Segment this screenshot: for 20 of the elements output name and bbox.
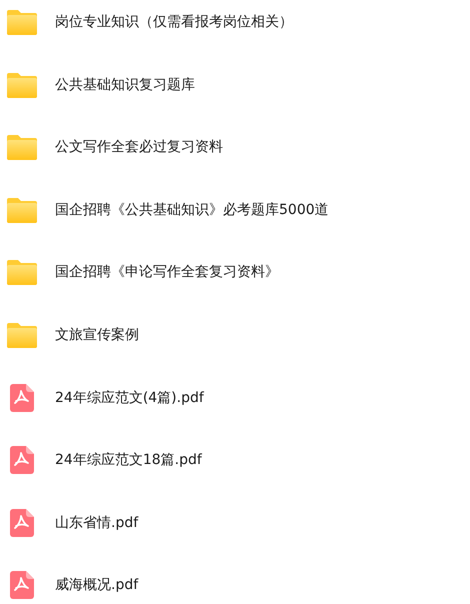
folder-name[interactable]: 公文写作全套必过复习资料 [55, 138, 223, 156]
file-name[interactable]: 24年综应范文(4篇).pdf [55, 388, 204, 407]
folder-name[interactable]: 国企招聘《公共基础知识》必考题库5000道 [55, 200, 329, 219]
file-name[interactable]: 威海概况.pdf [55, 576, 138, 594]
pdf-file-icon [10, 571, 34, 600]
folder-icon [7, 196, 37, 223]
file-name[interactable]: 24年综应范文18篇.pdf [55, 451, 202, 470]
folder-name[interactable]: 文旅宣传案例 [55, 326, 139, 344]
folder-name[interactable]: 公共基础知识复习题库 [55, 76, 195, 94]
file-name[interactable]: 山东省情.pdf [55, 514, 138, 532]
pdf-file-icon [10, 384, 34, 412]
folder-icon [7, 322, 37, 348]
folder-icon [7, 9, 37, 35]
pdf-file-icon [10, 508, 34, 537]
folder-icon [7, 134, 37, 160]
folder-name[interactable]: 岗位专业知识（仅需看报考岗位相关） [55, 13, 293, 31]
folder-name[interactable]: 国企招聘《申论写作全套复习资料》 [55, 263, 279, 282]
pdf-file-icon [10, 446, 34, 474]
folder-icon [7, 259, 37, 286]
folder-icon [7, 72, 37, 98]
